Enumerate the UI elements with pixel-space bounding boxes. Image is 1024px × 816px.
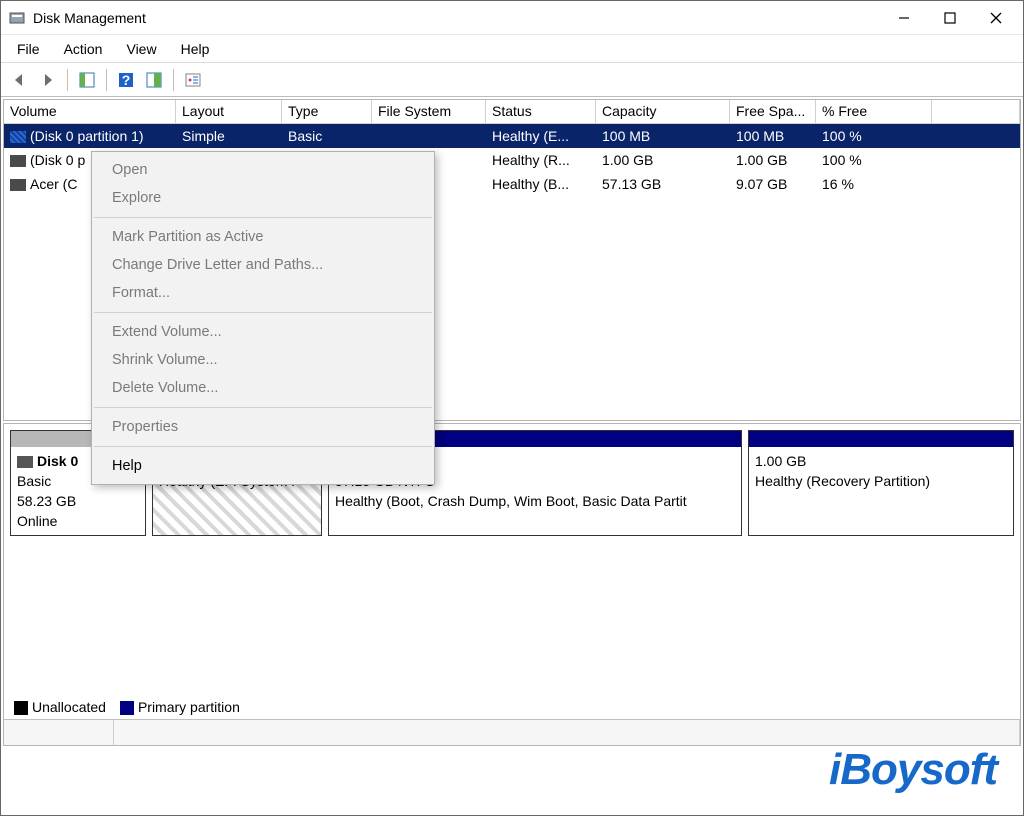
list-view-button[interactable] (180, 67, 206, 93)
volume-icon (10, 179, 26, 191)
ctx-divider (94, 217, 432, 218)
ctx-properties[interactable]: Properties (92, 413, 434, 441)
ctx-divider (94, 312, 432, 313)
volume-pctfree: 16 % (816, 174, 932, 194)
volume-name: (Disk 0 p (30, 152, 85, 168)
legend: Unallocated Primary partition (14, 699, 240, 715)
ctx-help[interactable]: Help (92, 452, 434, 480)
menu-view[interactable]: View (114, 37, 168, 61)
legend-unallocated: Unallocated (32, 699, 106, 715)
partition-status: Healthy (Boot, Crash Dump, Wim Boot, Bas… (335, 491, 735, 511)
volume-pctfree: 100 % (816, 150, 932, 170)
volume-name: (Disk 0 partition 1) (30, 128, 144, 144)
status-bar (4, 719, 1020, 745)
menu-help[interactable]: Help (169, 37, 222, 61)
minimize-button[interactable] (881, 3, 927, 33)
volume-status: Healthy (R... (486, 150, 596, 170)
partition-header (749, 431, 1013, 447)
toolbar-separator (173, 69, 174, 91)
disk-size: 58.23 GB (17, 491, 139, 511)
settings-button[interactable] (141, 67, 167, 93)
col-capacity[interactable]: Capacity (596, 100, 730, 123)
menu-action[interactable]: Action (52, 37, 115, 61)
forward-button[interactable] (35, 67, 61, 93)
ctx-divider (94, 446, 432, 447)
ctx-extend[interactable]: Extend Volume... (92, 318, 434, 346)
maximize-button[interactable] (927, 3, 973, 33)
volume-status: Healthy (E... (486, 126, 596, 146)
col-type[interactable]: Type (282, 100, 372, 123)
volume-icon (10, 131, 26, 143)
volume-capacity: 100 MB (596, 126, 730, 146)
volume-pctfree: 100 % (816, 126, 932, 146)
col-filesystem[interactable]: File System (372, 100, 486, 123)
context-menu: Open Explore Mark Partition as Active Ch… (91, 151, 435, 485)
ctx-open[interactable]: Open (92, 156, 434, 184)
ctx-change-letter[interactable]: Change Drive Letter and Paths... (92, 251, 434, 279)
volume-capacity: 57.13 GB (596, 174, 730, 194)
toolbar: ? (1, 63, 1023, 97)
ctx-shrink[interactable]: Shrink Volume... (92, 346, 434, 374)
menu-bar: File Action View Help (1, 35, 1023, 63)
app-icon (9, 10, 25, 26)
volume-free: 100 MB (730, 126, 816, 146)
partition-size: 1.00 GB (755, 451, 1007, 471)
legend-primary: Primary partition (138, 699, 240, 715)
window-title: Disk Management (33, 10, 881, 26)
watermark: iBoysoft (829, 745, 997, 795)
legend-swatch-primary (120, 701, 134, 715)
status-cell (114, 720, 1020, 745)
volume-list-header: Volume Layout Type File System Status Ca… (4, 100, 1020, 124)
volume-status: Healthy (B... (486, 174, 596, 194)
close-button[interactable] (973, 3, 1019, 33)
ctx-format[interactable]: Format... (92, 279, 434, 307)
refresh-button[interactable] (74, 67, 100, 93)
partition-block[interactable]: 1.00 GB Healthy (Recovery Partition) (748, 430, 1014, 536)
ctx-explore[interactable]: Explore (92, 184, 434, 212)
status-cell (4, 720, 114, 745)
menu-file[interactable]: File (5, 37, 52, 61)
ctx-mark-active[interactable]: Mark Partition as Active (92, 223, 434, 251)
svg-text:?: ? (122, 72, 131, 88)
col-pctfree[interactable]: % Free (816, 100, 932, 123)
col-status[interactable]: Status (486, 100, 596, 123)
title-bar: Disk Management (1, 1, 1023, 35)
volume-type: Basic (282, 126, 372, 146)
toolbar-separator (106, 69, 107, 91)
back-button[interactable] (7, 67, 33, 93)
volume-free: 1.00 GB (730, 150, 816, 170)
col-extra[interactable] (932, 100, 1020, 123)
partition-status: Healthy (Recovery Partition) (755, 471, 1007, 491)
col-volume[interactable]: Volume (4, 100, 176, 123)
disk-name: Disk 0 (37, 453, 78, 469)
volume-fs (372, 134, 486, 138)
ctx-divider (94, 407, 432, 408)
col-free[interactable]: Free Spa... (730, 100, 816, 123)
volume-icon (10, 155, 26, 167)
help-button[interactable]: ? (113, 67, 139, 93)
ctx-delete[interactable]: Delete Volume... (92, 374, 434, 402)
volume-capacity: 1.00 GB (596, 150, 730, 170)
volume-layout: Simple (176, 126, 282, 146)
disk-status: Online (17, 511, 139, 531)
disk-icon (17, 456, 33, 468)
col-layout[interactable]: Layout (176, 100, 282, 123)
volume-free: 9.07 GB (730, 174, 816, 194)
volume-name: Acer (C (30, 176, 77, 192)
toolbar-separator (67, 69, 68, 91)
table-row[interactable]: (Disk 0 partition 1) Simple Basic Health… (4, 124, 1020, 148)
legend-swatch-unallocated (14, 701, 28, 715)
